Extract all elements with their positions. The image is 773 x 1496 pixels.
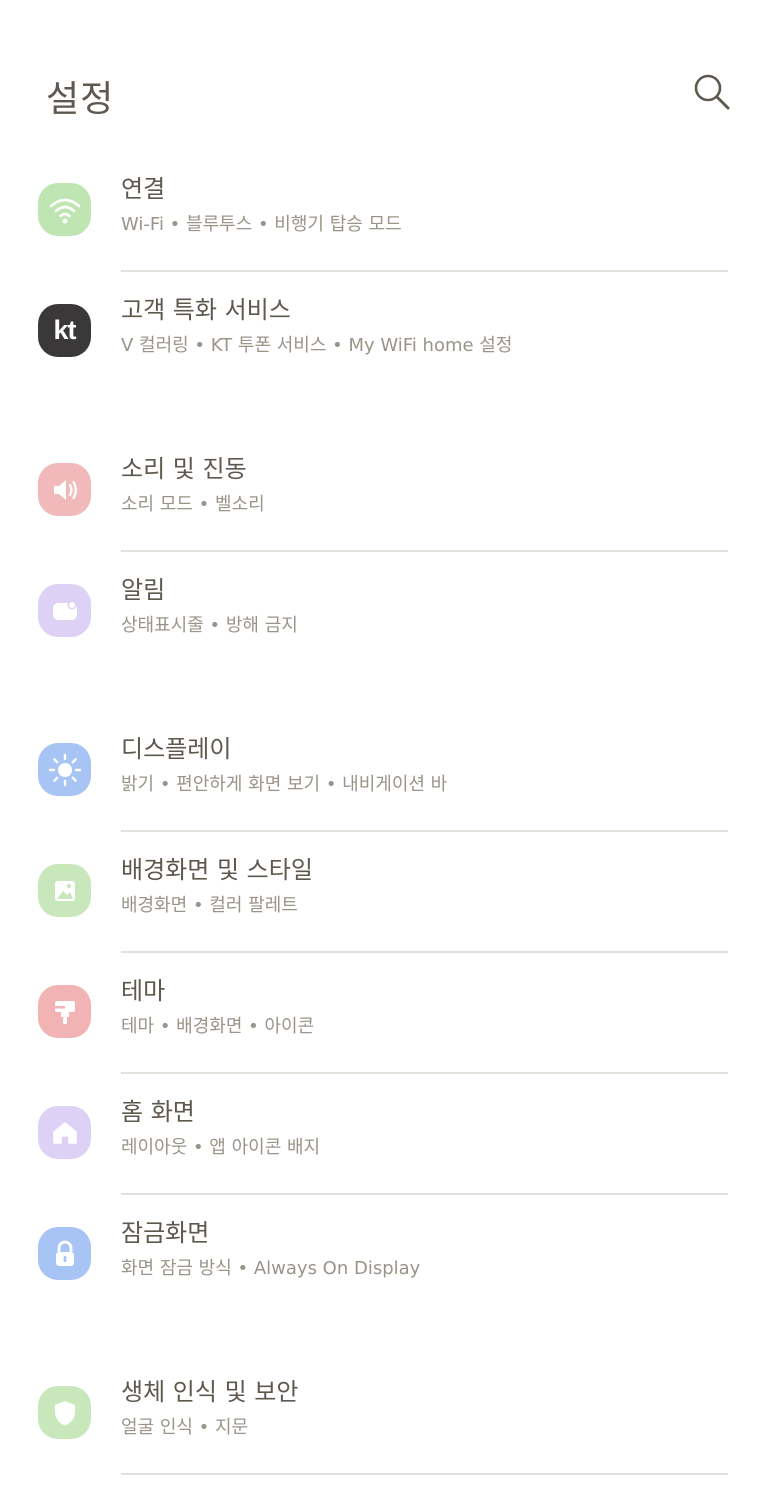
header: 설정: [0, 0, 773, 180]
divider: [121, 1473, 728, 1475]
home-icon: [38, 1106, 91, 1159]
settings-item-label: 배경화면 및 스타일: [121, 856, 313, 884]
settings-item-label: 연결: [121, 175, 166, 203]
speaker-icon: [38, 463, 91, 516]
divider: [121, 550, 728, 552]
shield-icon: [38, 1386, 91, 1439]
lock-icon: [38, 1227, 91, 1280]
divider: [121, 270, 728, 272]
settings-item-label: 디스플레이: [121, 735, 232, 763]
settings-item-subtitle: 화면 잠금 방식 • Always On Display: [121, 1258, 421, 1279]
settings-item-biometrics-security[interactable]: 생체 인식 및 보안 얼굴 인식 • 지문: [0, 1378, 773, 1496]
settings-item-subtitle: 배경화면 • 컬러 팔레트: [121, 895, 298, 916]
settings-item-subtitle: 소리 모드 • 벨소리: [121, 494, 265, 515]
wifi-icon: [38, 183, 91, 236]
settings-item-subtitle: Wi-Fi • 블루투스 • 비행기 탑승 모드: [121, 214, 402, 235]
page-title: 설정: [46, 79, 115, 120]
brightness-icon: [38, 743, 91, 796]
settings-item-label: 테마: [121, 977, 166, 1005]
settings-item-home-screen[interactable]: 홈 화면 레이아웃 • 앱 아이콘 배지: [0, 1098, 773, 1216]
settings-item-customer-services[interactable]: kt 고객 특화 서비스 V 컬러링 • KT 투폰 서비스 • My WiFi…: [0, 296, 773, 414]
settings-item-connections[interactable]: 연결 Wi-Fi • 블루투스 • 비행기 탑승 모드: [0, 175, 773, 293]
divider: [121, 1072, 728, 1074]
paint-brush-icon: [38, 985, 91, 1038]
search-icon: [694, 74, 730, 110]
notification-icon: [38, 584, 91, 637]
search-button[interactable]: [690, 70, 734, 114]
settings-item-sound[interactable]: 소리 및 진동 소리 모드 • 벨소리: [0, 455, 773, 573]
settings-item-display[interactable]: 디스플레이 밝기 • 편안하게 화면 보기 • 내비게이션 바: [0, 735, 773, 853]
divider: [121, 1193, 728, 1195]
divider: [121, 951, 728, 953]
settings-item-subtitle: 얼굴 인식 • 지문: [121, 1417, 249, 1438]
settings-item-subtitle: 밝기 • 편안하게 화면 보기 • 내비게이션 바: [121, 774, 448, 795]
settings-item-subtitle: 레이아웃 • 앱 아이콘 배지: [121, 1137, 321, 1158]
settings-item-lock-screen[interactable]: 잠금화면 화면 잠금 방식 • Always On Display: [0, 1219, 773, 1337]
settings-item-subtitle: 테마 • 배경화면 • 아이콘: [121, 1016, 315, 1037]
settings-item-wallpaper-style[interactable]: 배경화면 및 스타일 배경화면 • 컬러 팔레트: [0, 856, 773, 974]
settings-item-label: 알림: [121, 576, 166, 604]
wallpaper-icon: [38, 864, 91, 917]
divider: [121, 830, 728, 832]
settings-item-subtitle: V 컬러링 • KT 투폰 서비스 • My WiFi home 설정: [121, 335, 513, 356]
settings-item-notifications[interactable]: 알림 상태표시줄 • 방해 금지: [0, 576, 773, 694]
settings-item-label: 잠금화면: [121, 1219, 210, 1247]
settings-item-themes[interactable]: 테마 테마 • 배경화면 • 아이콘: [0, 977, 773, 1095]
settings-item-label: 생체 인식 및 보안: [121, 1378, 299, 1406]
settings-item-label: 고객 특화 서비스: [121, 296, 291, 324]
settings-item-label: 소리 및 진동: [121, 455, 247, 483]
kt-logo-icon: kt: [38, 304, 91, 357]
settings-item-subtitle: 상태표시줄 • 방해 금지: [121, 615, 298, 636]
settings-item-label: 홈 화면: [121, 1098, 195, 1126]
